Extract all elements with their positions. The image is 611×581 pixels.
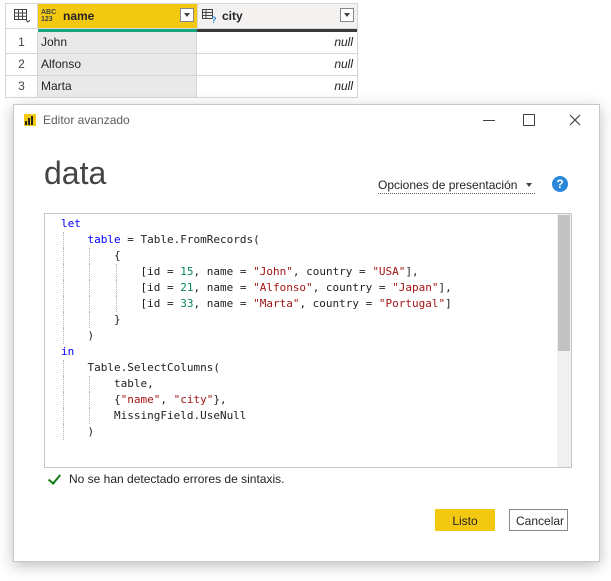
column-name-label: name — [63, 9, 95, 23]
table-row: 1 John null — [6, 32, 357, 54]
code-line[interactable]: table = Table.FromRecords( — [61, 232, 571, 248]
row-index: 2 — [6, 54, 38, 75]
maximize-icon[interactable] — [517, 110, 541, 130]
svg-text:?: ? — [211, 15, 217, 23]
display-options-dropdown[interactable]: Opciones de presentación — [378, 177, 536, 194]
vertical-scrollbar[interactable] — [557, 214, 571, 467]
any-type-icon[interactable]: ABC 123 — [41, 9, 59, 23]
chevron-down-icon — [526, 183, 533, 187]
close-icon[interactable] — [563, 110, 587, 130]
table-row: 3 Marta null — [6, 76, 357, 98]
code-line[interactable]: let — [61, 216, 571, 232]
cell-city[interactable]: null — [197, 54, 357, 75]
code-line[interactable]: ) — [61, 424, 571, 440]
code-editor[interactable]: let table = Table.FromRecords( { [id = 1… — [44, 213, 572, 468]
column-header-name[interactable]: ABC 123 name — [38, 4, 198, 28]
column-header-city[interactable]: ? city — [198, 4, 357, 28]
help-icon[interactable]: ? — [552, 176, 568, 192]
code-text[interactable]: let table = Table.FromRecords( { [id = 1… — [45, 214, 571, 440]
row-index: 1 — [6, 32, 38, 53]
grid-header: ABC 123 name ? city — [6, 4, 357, 29]
row-index: 3 — [6, 76, 38, 97]
table-row: 2 Alfonso null — [6, 54, 357, 76]
column-filter-dropdown-icon[interactable] — [180, 8, 194, 22]
cell-name[interactable]: Alfonso — [38, 54, 197, 75]
syntax-status-text: No se han detectado errores de sintaxis. — [69, 472, 285, 486]
code-line[interactable]: MissingField.UseNull — [61, 408, 571, 424]
code-line[interactable]: [id = 33, name = "Marta", country = "Por… — [61, 296, 571, 312]
column-filter-dropdown-icon[interactable] — [340, 8, 354, 22]
done-button[interactable]: Listo — [435, 509, 495, 531]
scrollbar-thumb[interactable] — [558, 215, 570, 351]
code-line[interactable]: table, — [61, 376, 571, 392]
code-line[interactable]: [id = 15, name = "John", country = "USA"… — [61, 264, 571, 280]
column-city-label: city — [222, 9, 243, 23]
code-line[interactable]: ) — [61, 328, 571, 344]
cancel-button[interactable]: Cancelar — [509, 509, 568, 531]
cell-name[interactable]: Marta — [38, 76, 197, 97]
code-line[interactable]: Table.SelectColumns( — [61, 360, 571, 376]
code-line[interactable]: [id = 21, name = "Alfonso", country = "J… — [61, 280, 571, 296]
query-name-heading: data — [44, 155, 107, 191]
cell-city[interactable]: null — [197, 32, 357, 53]
code-line[interactable]: } — [61, 312, 571, 328]
table-question-icon[interactable]: ? — [202, 9, 218, 23]
dialog-titlebar[interactable]: Editor avanzado — [14, 105, 599, 135]
cell-city[interactable]: null — [197, 76, 357, 97]
display-options-label: Opciones de presentación — [378, 178, 518, 192]
syntax-status: No se han detectado errores de sintaxis. — [47, 472, 284, 486]
cell-name[interactable]: John — [38, 32, 197, 53]
dialog-title: Editor avanzado — [43, 113, 130, 127]
table-menu-icon[interactable] — [6, 4, 38, 28]
minimize-icon[interactable] — [477, 110, 501, 130]
code-line[interactable]: in — [61, 344, 571, 360]
code-line[interactable]: { — [61, 248, 571, 264]
advanced-editor-dialog: Editor avanzado data Opciones de present… — [13, 104, 600, 562]
power-bi-logo-icon — [24, 114, 36, 126]
code-line[interactable]: {"name", "city"}, — [61, 392, 571, 408]
checkmark-icon — [47, 472, 61, 486]
data-grid: ABC 123 name ? city 1 John null 2 Alfonso… — [5, 3, 358, 98]
